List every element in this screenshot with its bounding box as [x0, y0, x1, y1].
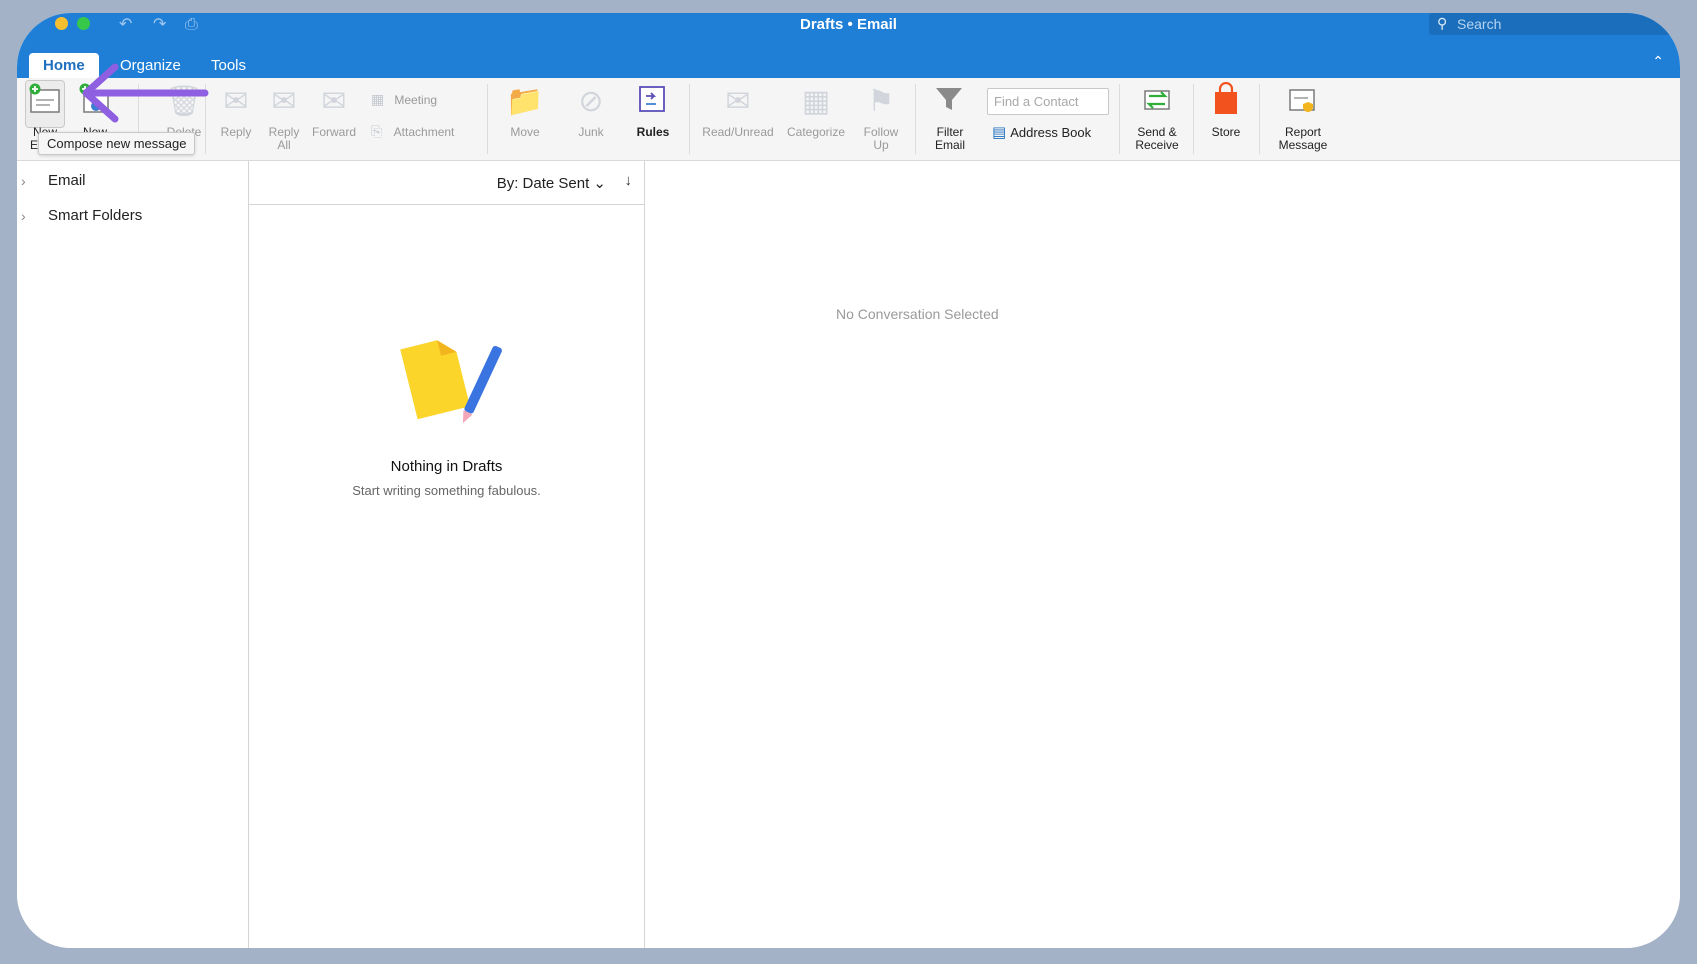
attachment-button[interactable]: ⎘ Attachment — [371, 122, 454, 140]
title-bar: ↶ ↷ ⎙ Drafts • Email ⚲ — [17, 13, 1680, 37]
forward-label: Forward — [311, 125, 356, 139]
search-icon: ⚲ — [1437, 15, 1448, 31]
calendar-icon: ▦ — [371, 91, 385, 107]
store-button[interactable]: Store — [1201, 81, 1251, 139]
message-list-pane: By: Date Sent ⌄ ↓ Nothing in Drafts Star… — [249, 161, 645, 948]
store-label: Store — [1211, 125, 1241, 139]
compose-tooltip: Compose new message — [38, 132, 196, 155]
report-message-button[interactable]: Report Message — [1267, 82, 1339, 152]
paperclip-icon: ⎘ — [371, 123, 383, 139]
address-book-icon: ▤ — [992, 124, 1007, 141]
rules-icon — [625, 82, 681, 122]
send-receive-button[interactable]: Send & Receive — [1125, 82, 1189, 152]
reply-all-button[interactable]: ✉ Reply All — [260, 82, 308, 152]
move-label: Move — [510, 125, 540, 139]
junk-icon: ⊘ — [578, 85, 604, 118]
ribbon-separator — [1119, 84, 1120, 154]
categorize-button[interactable]: ▦ Categorize — [779, 82, 853, 139]
meeting-button[interactable]: ▦ Meeting — [371, 90, 437, 108]
filter-email-label: Filter Email — [934, 125, 965, 152]
follow-up-label: Follow Up — [863, 125, 899, 152]
rules-button[interactable]: Rules — [625, 82, 681, 139]
annotation-arrow-icon — [82, 63, 209, 123]
ribbon-separator — [1259, 84, 1260, 154]
reply-all-label: Reply All — [268, 125, 300, 152]
ribbon-tab-bar: Home Organize Tools ⌃ — [17, 37, 1680, 78]
filter-icon — [923, 82, 977, 122]
message-list-header: By: Date Sent ⌄ ↓ — [249, 161, 644, 205]
new-email-icon — [25, 82, 65, 122]
read-unread-label: Read/Unread — [702, 125, 774, 139]
report-message-icon — [1267, 82, 1339, 122]
search-input[interactable] — [1457, 15, 1657, 33]
categorize-icon: ▦ — [801, 85, 831, 118]
outlook-window: ↶ ↷ ⎙ Drafts • Email ⚲ Home Organize Too… — [17, 13, 1680, 948]
follow-up-button[interactable]: ⚑ Follow Up — [855, 82, 907, 152]
send-receive-icon — [1125, 82, 1189, 122]
drafts-illustration-icon — [400, 340, 502, 424]
reply-all-icon: ✉ — [271, 85, 297, 118]
forward-button[interactable]: ✉ Forward — [308, 82, 360, 139]
empty-state-title: Nothing in Drafts — [390, 458, 503, 475]
forward-icon: ✉ — [321, 85, 347, 118]
reply-icon: ✉ — [223, 85, 249, 118]
move-button[interactable]: 📁 Move — [497, 82, 553, 139]
no-conversation-text: No Conversation Selected — [836, 306, 999, 322]
reading-pane: No Conversation Selected — [645, 161, 1680, 948]
search-box[interactable]: ⚲ — [1429, 13, 1679, 35]
meeting-label: Meeting — [394, 93, 438, 107]
ribbon-separator — [487, 84, 488, 154]
reply-label: Reply — [220, 125, 252, 139]
junk-button[interactable]: ⊘ Junk — [563, 82, 619, 139]
ribbon-separator — [689, 84, 690, 154]
rules-label: Rules — [636, 125, 670, 139]
empty-state-subtitle: Start writing something fabulous. — [352, 483, 541, 498]
read-unread-button[interactable]: ✉ Read/Unread — [699, 82, 777, 139]
chevron-right-icon[interactable]: › — [21, 205, 26, 227]
chevron-right-icon[interactable]: › — [21, 170, 26, 192]
sort-by-label: By: Date Sent — [496, 175, 590, 192]
ribbon-separator — [1193, 84, 1194, 154]
store-bag-icon — [1201, 81, 1251, 122]
ribbon-separator — [915, 84, 916, 154]
folder-label: Smart Folders — [48, 207, 143, 224]
address-book-button[interactable]: ▤ Address Book — [992, 124, 1091, 142]
folder-label: Email — [48, 172, 86, 189]
find-contact-input[interactable] — [987, 88, 1109, 115]
categorize-label: Categorize — [786, 125, 846, 139]
sort-by-dropdown[interactable]: By: Date Sent ⌄ — [497, 174, 606, 192]
chevron-down-icon: ⌄ — [593, 175, 606, 192]
sort-direction-icon[interactable]: ↓ — [625, 172, 633, 189]
address-book-label: Address Book — [1010, 125, 1092, 140]
flag-icon: ⚑ — [867, 85, 895, 118]
envelope-icon: ✉ — [725, 85, 751, 118]
ribbon-toolbar: New Email New Items 🗑 Delete ✉ Reply — [17, 78, 1680, 161]
reply-button[interactable]: ✉ Reply — [212, 82, 260, 139]
junk-label: Junk — [578, 125, 604, 139]
collapse-ribbon-icon[interactable]: ⌃ — [1652, 53, 1664, 70]
filter-email-button[interactable]: Filter Email — [923, 82, 977, 152]
folder-pane: › Email › Smart Folders — [17, 161, 249, 948]
report-message-label: Report Message — [1278, 125, 1328, 152]
attachment-label: Attachment — [393, 125, 455, 139]
send-receive-label: Send & Receive — [1135, 125, 1179, 152]
move-folder-icon: 📁 — [506, 85, 544, 118]
